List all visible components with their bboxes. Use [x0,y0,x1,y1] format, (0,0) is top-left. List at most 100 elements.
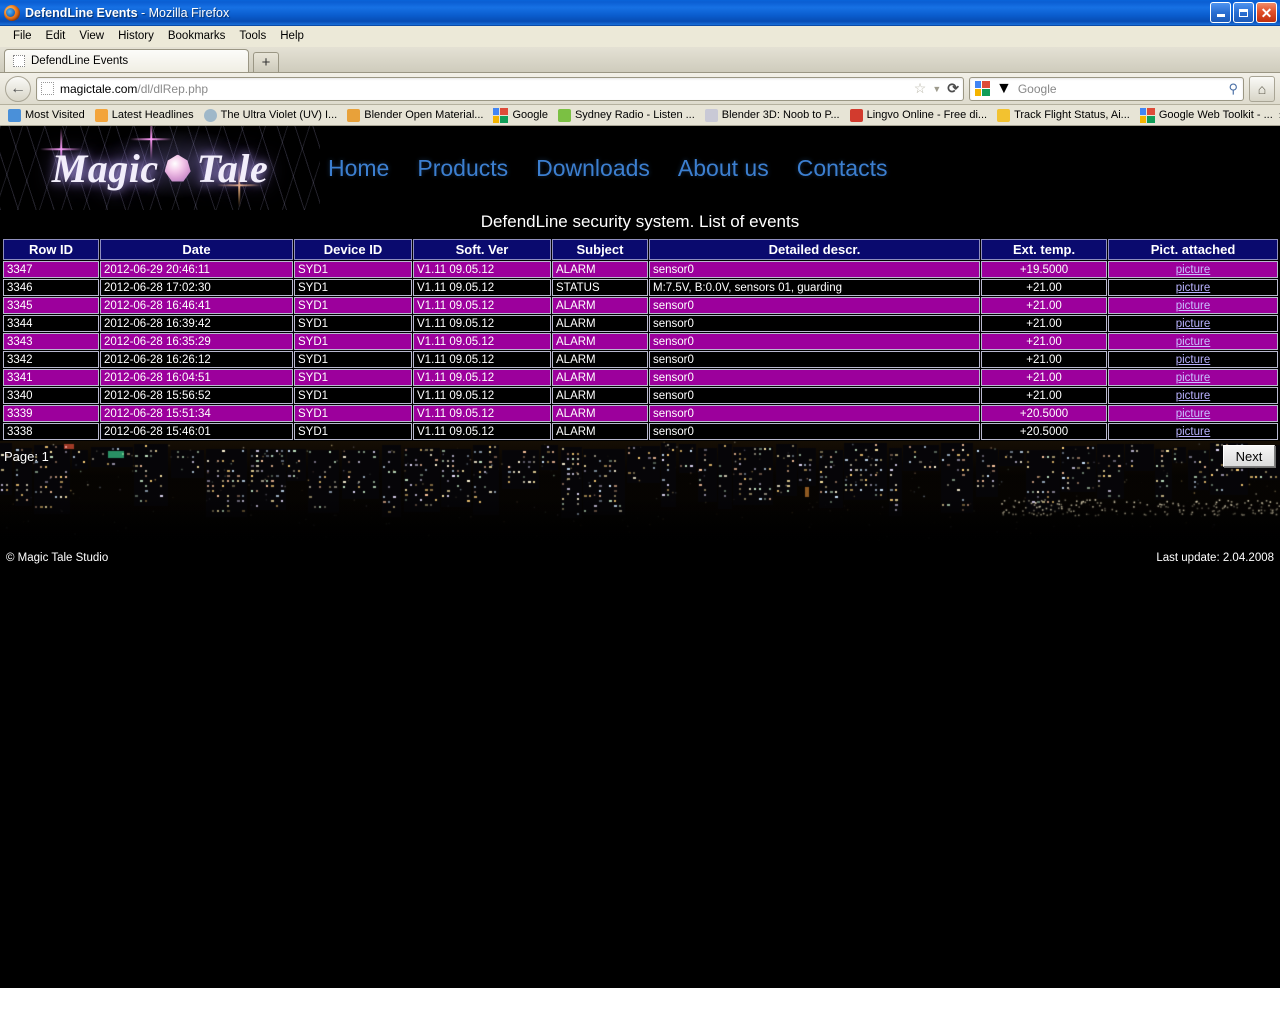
search-bar[interactable]: ▼ Google ⚲ [969,77,1244,101]
bookmark-favicon-icon [705,109,718,122]
google-icon [975,81,990,96]
page-title: DefendLine security system. List of even… [0,210,1280,238]
chevron-down-icon[interactable]: ▼ [932,84,941,94]
bookmark-favicon-icon [95,109,108,122]
bookmark-item[interactable]: Track Flight Status, Ai... [993,108,1134,123]
tab-label: DefendLine Events [31,55,128,67]
event-date: 2012-06-28 16:26:12 [100,351,293,368]
column-header-device-id[interactable]: Device ID [294,239,412,260]
event-row-id: 3343 [3,333,99,350]
bookmark-item[interactable]: Latest Headlines [91,108,198,123]
home-button[interactable]: ⌂ [1249,76,1275,102]
picture-link[interactable]: picture [1176,426,1211,438]
window-title-page: DefendLine Events [25,6,138,20]
bookmark-item[interactable]: Blender 3D: Noob to P... [701,108,844,123]
bookmark-favicon-icon [997,109,1010,122]
nav-link-home[interactable]: Home [328,155,389,182]
bookmark-item[interactable]: Lingvo Online - Free di... [846,108,991,123]
menu-bookmarks[interactable]: Bookmarks [161,28,233,44]
event-ext-temp: +21.00 [981,315,1107,332]
reload-icon[interactable]: ⟳ [947,80,959,97]
search-engine-chevron-icon[interactable]: ▼ [996,80,1012,98]
event-date: 2012-06-28 15:51:34 [100,405,293,422]
nav-link-about-us[interactable]: About us [678,155,769,182]
event-subject: ALARM [552,297,648,314]
event-ext-temp: +19.5000 [981,261,1107,278]
bookmark-item[interactable]: Sydney Radio - Listen ... [554,108,699,123]
site-footer: © Magic Tale Studio Last update: 2.04.20… [0,541,1280,575]
bookmark-label: Most Visited [25,109,85,121]
picture-link[interactable]: picture [1176,408,1211,420]
footer-copyright: © Magic Tale Studio [6,552,108,564]
skyline-banner: Page: 1 Next [0,441,1280,541]
event-date: 2012-06-28 16:39:42 [100,315,293,332]
bookmark-label: Blender 3D: Noob to P... [722,109,840,121]
window-titlebar: DefendLine Events - Mozilla Firefox ✕ [0,0,1280,26]
new-tab-button[interactable]: + [253,52,279,72]
event-row-id: 3341 [3,369,99,386]
tab-defendline-events[interactable]: DefendLine Events [4,49,249,72]
bookmark-item[interactable]: Most Visited [4,108,89,123]
search-input[interactable]: Google [1018,82,1223,96]
nav-link-products[interactable]: Products [417,155,508,182]
table-row: 33432012-06-28 16:35:29SYD1V1.11 09.05.1… [3,333,1278,350]
maximize-button[interactable] [1233,2,1254,23]
site-logo[interactable]: Magic Tale [0,126,320,210]
event-date: 2012-06-28 16:35:29 [100,333,293,350]
bookmark-label: Google Web Toolkit - ... [1159,109,1273,121]
bookmark-item[interactable]: Google [489,107,551,124]
event-device-id: SYD1 [294,333,412,350]
search-icon[interactable]: ⚲ [1228,81,1238,97]
picture-link[interactable]: picture [1176,390,1211,402]
column-header-row-id[interactable]: Row ID [3,239,99,260]
bookmark-item[interactable]: Blender Open Material... [343,108,487,123]
city-skyline-image [0,441,1280,541]
event-soft-ver: V1.11 09.05.12 [413,369,551,386]
site-navigation: Home Products Downloads About us Contact… [320,155,887,182]
menu-edit[interactable]: Edit [39,28,73,44]
next-page-button[interactable]: Next [1223,445,1275,467]
event-device-id: SYD1 [294,351,412,368]
picture-link[interactable]: picture [1176,354,1211,366]
event-picture-cell: picture [1108,333,1278,350]
picture-link[interactable]: picture [1176,282,1211,294]
event-row-id: 3344 [3,315,99,332]
picture-link[interactable]: picture [1176,372,1211,384]
event-subject: ALARM [552,351,648,368]
column-header-pict-attached[interactable]: Pict. attached [1108,239,1278,260]
close-button[interactable]: ✕ [1256,2,1277,23]
menu-history[interactable]: History [111,28,161,44]
bookmark-item[interactable]: The Ultra Violet (UV) I... [200,108,342,123]
table-row: 33392012-06-28 15:51:34SYD1V1.11 09.05.1… [3,405,1278,422]
page-content: Magic Tale Home Products Downloads About… [0,126,1280,988]
footer-last-update: Last update: 2.04.2008 [1156,552,1274,564]
column-header-ext-temp[interactable]: Ext. temp. [981,239,1107,260]
event-date: 2012-06-28 15:46:01 [100,423,293,440]
back-button[interactable]: ← [5,76,31,102]
column-header-date[interactable]: Date [100,239,293,260]
bookmark-label: Sydney Radio - Listen ... [575,109,695,121]
menu-view[interactable]: View [72,28,111,44]
event-ext-temp: +21.00 [981,369,1107,386]
picture-link[interactable]: picture [1176,336,1211,348]
minimize-button[interactable] [1210,2,1231,23]
nav-link-contacts[interactable]: Contacts [797,155,888,182]
bookmark-favicon-icon [850,109,863,122]
nav-link-downloads[interactable]: Downloads [536,155,650,182]
picture-link[interactable]: picture [1176,300,1211,312]
bookmark-item[interactable]: Google Web Toolkit - ... [1136,107,1277,124]
picture-link[interactable]: picture [1176,264,1211,276]
event-ext-temp: +20.5000 [981,405,1107,422]
column-header-detailed-descr[interactable]: Detailed descr. [649,239,980,260]
event-subject: ALARM [552,333,648,350]
bookmark-star-icon[interactable]: ☆ [914,80,927,97]
address-bar[interactable]: magictale.com/dl/dlRep.php ☆ ▼ ⟳ [36,77,964,101]
picture-link[interactable]: picture [1176,318,1211,330]
event-row-id: 3339 [3,405,99,422]
column-header-soft-ver[interactable]: Soft. Ver [413,239,551,260]
menu-help[interactable]: Help [273,28,311,44]
menu-tools[interactable]: Tools [232,28,273,44]
menu-file[interactable]: File [6,28,39,44]
column-header-subject[interactable]: Subject [552,239,648,260]
event-soft-ver: V1.11 09.05.12 [413,405,551,422]
